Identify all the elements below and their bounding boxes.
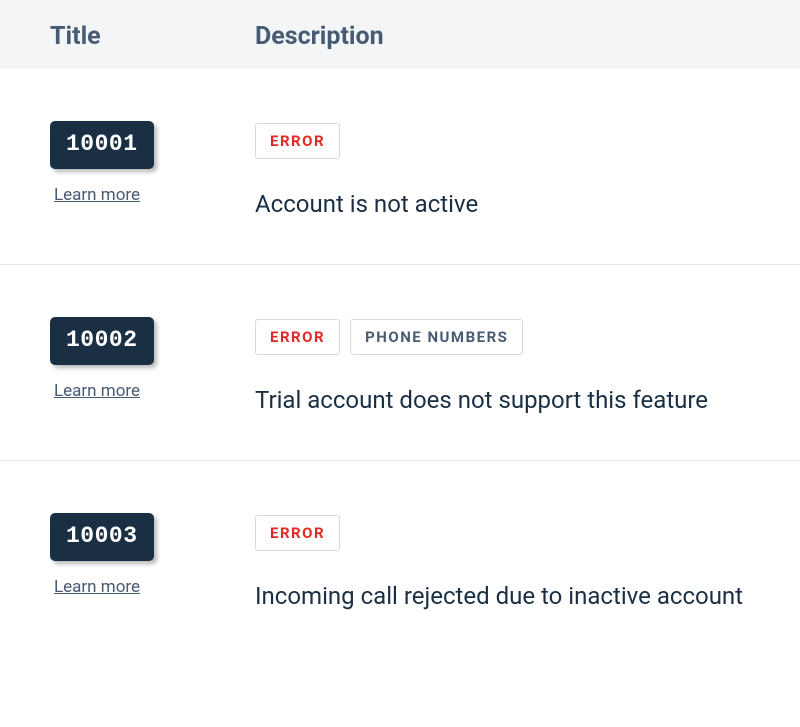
error-code-badge: 10002 [50, 317, 154, 365]
learn-more-link[interactable]: Learn more [50, 577, 140, 597]
tag-default: PHONE NUMBERS [350, 319, 523, 355]
tags-container: ERROR PHONE NUMBERS [255, 319, 776, 355]
table-row: 10001 Learn more ERROR Account is not activ… [0, 69, 800, 265]
error-code-badge: 10003 [50, 513, 154, 561]
title-cell: 10003 Learn more [0, 513, 255, 612]
title-cell: 10002 Learn more [0, 317, 255, 416]
header-title-label: Title [50, 22, 101, 51]
tag-error: ERROR [255, 123, 340, 159]
learn-more-link[interactable]: Learn more [50, 381, 140, 401]
error-code-badge: 10001 [50, 121, 154, 169]
learn-more-link[interactable]: Learn more [50, 185, 140, 205]
tags-container: ERROR [255, 515, 776, 551]
description-cell: ERROR Incoming call rejected due to inact… [255, 513, 800, 612]
table-header: Title Description [0, 0, 800, 69]
description-text: Account is not active [255, 189, 776, 220]
description-text: Trial account does not support this feat… [255, 385, 776, 416]
table-row: 10003 Learn more ERROR Incoming call reject… [0, 461, 800, 656]
table-row: 10002 Learn more ERROR PHONE NUMBERS Trial a… [0, 265, 800, 461]
description-text: Incoming call rejected due to inactive a… [255, 581, 776, 612]
description-cell: ERROR Account is not active [255, 121, 800, 220]
description-cell: ERROR PHONE NUMBERS Trial account does not… [255, 317, 800, 416]
tag-error: ERROR [255, 515, 340, 551]
header-description-label: Description [255, 22, 384, 51]
tags-container: ERROR [255, 123, 776, 159]
title-cell: 10001 Learn more [0, 121, 255, 220]
tag-error: ERROR [255, 319, 340, 355]
